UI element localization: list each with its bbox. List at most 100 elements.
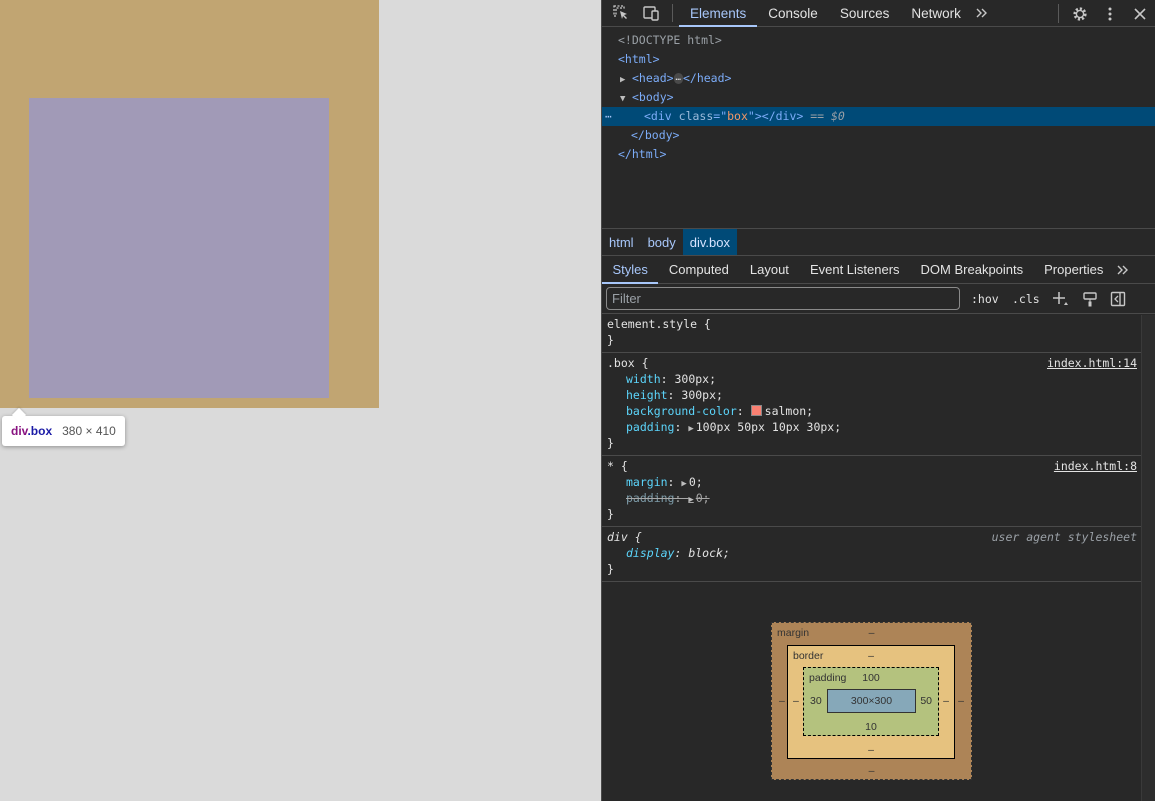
body-close-tag: </body> bbox=[631, 128, 680, 142]
padding-left-value[interactable]: 30 bbox=[810, 695, 822, 707]
hov-button[interactable]: :hov bbox=[971, 288, 999, 310]
tab-elements[interactable]: Elements bbox=[679, 0, 758, 27]
div-attr-name: class bbox=[678, 109, 714, 123]
node-actions-ellipsis-icon[interactable]: ⋯ bbox=[605, 107, 612, 126]
rule-box[interactable]: index.html:14 .box { width: 300px; heigh… bbox=[602, 353, 1141, 456]
style-property[interactable]: padding: ▶ 100px 50px 10px 30px; bbox=[607, 419, 1136, 435]
rule-universal[interactable]: index.html:8 * { margin: ▶ 0; padding: ▶ 0… bbox=[602, 456, 1141, 527]
breadcrumb: html body div.box bbox=[602, 229, 1155, 256]
new-style-rule-icon[interactable] bbox=[1051, 288, 1069, 310]
breadcrumb-body[interactable]: body bbox=[641, 229, 683, 255]
style-property[interactable]: display: block; bbox=[607, 545, 1136, 561]
content-size-value[interactable]: 300×300 bbox=[851, 695, 892, 707]
tooltip-size: 380 × 410 bbox=[62, 424, 116, 438]
property-value: block; bbox=[688, 546, 730, 560]
property-value: 0; bbox=[695, 491, 710, 505]
box-model-diagram: margin – – – – border – – – – padding 10… bbox=[771, 622, 972, 780]
margin-top-value[interactable]: – bbox=[869, 627, 875, 639]
tab-dom-breakpoints[interactable]: DOM Breakpoints bbox=[910, 256, 1034, 283]
border-bottom-value[interactable]: – bbox=[868, 744, 874, 756]
tab-layout[interactable]: Layout bbox=[739, 256, 799, 283]
expand-shorthand-icon[interactable]: ▶ bbox=[688, 424, 693, 434]
settings-gear-icon[interactable] bbox=[1065, 0, 1095, 27]
tab-computed[interactable]: Computed bbox=[658, 256, 739, 283]
property-name: padding bbox=[626, 420, 675, 434]
rule-element-style[interactable]: element.style { } bbox=[602, 314, 1141, 353]
color-swatch[interactable] bbox=[750, 405, 762, 416]
border-right-value[interactable]: – bbox=[943, 695, 949, 707]
rule-source-link[interactable]: index.html:8 bbox=[1054, 458, 1137, 474]
dom-node-doctype[interactable]: <!DOCTYPE html> bbox=[602, 31, 1155, 50]
rule-source-link[interactable]: index.html:14 bbox=[1047, 355, 1137, 371]
tab-sources[interactable]: Sources bbox=[829, 0, 901, 26]
property-name: display bbox=[626, 546, 675, 560]
expand-shorthand-icon[interactable]: ▶ bbox=[688, 495, 693, 505]
device-toolbar-icon[interactable] bbox=[636, 0, 666, 26]
paint-format-icon[interactable] bbox=[1082, 288, 1098, 310]
more-tabs-icon[interactable] bbox=[972, 0, 992, 26]
expand-shorthand-icon[interactable]: ▶ bbox=[681, 479, 686, 489]
head-open-tag: <head> bbox=[632, 71, 674, 85]
border-top-value[interactable]: – bbox=[868, 650, 874, 662]
toggle-sidebar-icon[interactable] bbox=[1110, 288, 1126, 310]
collapsed-children-ellipsis[interactable]: … bbox=[673, 73, 683, 84]
selected-node-marker: == $0 bbox=[803, 109, 845, 123]
dom-node-html[interactable]: <html> bbox=[602, 50, 1155, 69]
box-model-content[interactable]: 300×300 bbox=[827, 689, 916, 713]
margin-left-value[interactable]: – bbox=[779, 695, 785, 707]
style-property[interactable]: background-color: salmon; bbox=[607, 403, 1136, 419]
property-value: salmon; bbox=[764, 404, 814, 418]
tab-properties[interactable]: Properties bbox=[1034, 256, 1114, 283]
tab-network[interactable]: Network bbox=[900, 0, 972, 26]
div-attr-close: "> bbox=[747, 109, 762, 123]
cls-button[interactable]: .cls bbox=[1012, 288, 1040, 310]
kebab-menu-icon[interactable] bbox=[1095, 0, 1125, 27]
more-subtabs-icon[interactable] bbox=[1114, 256, 1132, 283]
padding-bottom-value[interactable]: 10 bbox=[865, 721, 877, 733]
padding-right-value[interactable]: 50 bbox=[920, 695, 932, 707]
dom-node-html-close[interactable]: </html> bbox=[602, 145, 1155, 164]
border-label: border bbox=[793, 650, 824, 662]
inspect-element-icon[interactable] bbox=[606, 0, 636, 26]
padding-top-value[interactable]: 100 bbox=[862, 672, 880, 684]
element-tooltip: div.box 380 × 410 bbox=[2, 416, 125, 446]
tab-event-listeners[interactable]: Event Listeners bbox=[799, 256, 910, 283]
doctype-text: <!DOCTYPE html> bbox=[618, 33, 722, 47]
border-left-value[interactable]: – bbox=[793, 695, 799, 707]
styles-filter-bar: :hov .cls bbox=[602, 284, 1155, 314]
rule-user-agent-div[interactable]: user agent stylesheet div { display: blo… bbox=[602, 527, 1141, 582]
dom-node-body[interactable]: ▼ <body> bbox=[602, 88, 1155, 107]
property-name: margin bbox=[626, 475, 668, 489]
div-attr-eq: =" bbox=[713, 109, 728, 123]
close-icon[interactable] bbox=[1125, 0, 1155, 27]
rule-close-brace: } bbox=[607, 507, 614, 521]
toolbar-divider bbox=[672, 4, 673, 22]
property-name: width bbox=[626, 372, 661, 386]
rule-selector: div { bbox=[607, 530, 642, 544]
property-value: 100px 50px 10px 30px; bbox=[695, 420, 842, 434]
styles-scrollbar[interactable] bbox=[1141, 315, 1155, 801]
dom-node-div-box[interactable]: ⋯ <div class="box"></div> == $0 bbox=[602, 107, 1155, 126]
tab-console[interactable]: Console bbox=[757, 0, 829, 26]
margin-right-value[interactable]: – bbox=[958, 695, 964, 707]
style-property[interactable]: height: 300px; bbox=[607, 387, 1136, 403]
head-close-tag: </head> bbox=[682, 71, 732, 85]
margin-bottom-value[interactable]: – bbox=[869, 765, 875, 777]
tooltip-selector: div.box bbox=[11, 424, 52, 438]
dom-node-head[interactable]: ▶ <head>… </head> bbox=[602, 69, 1155, 88]
dom-tree: <!DOCTYPE html> <html> ▶ <head>… </head> ▼… bbox=[602, 27, 1155, 229]
tooltip-class: .box bbox=[27, 424, 53, 438]
breadcrumb-html[interactable]: html bbox=[602, 229, 641, 255]
breadcrumb-div-box[interactable]: div.box bbox=[682, 229, 737, 255]
div-attr-value: box bbox=[727, 109, 748, 123]
style-property[interactable]: width: 300px; bbox=[607, 371, 1136, 387]
styles-subtabbar: Styles Computed Layout Event Listeners D… bbox=[602, 256, 1155, 284]
style-property-overridden[interactable]: padding: ▶ 0; bbox=[607, 490, 1136, 506]
dom-node-body-close[interactable]: </body> bbox=[602, 126, 1155, 145]
tab-styles[interactable]: Styles bbox=[602, 256, 659, 284]
style-rules-list: element.style { } index.html:14 .box { w… bbox=[602, 314, 1141, 582]
style-property[interactable]: margin: ▶ 0; bbox=[607, 474, 1136, 490]
styles-filter-input[interactable] bbox=[606, 287, 960, 310]
property-value: 300px; bbox=[674, 372, 717, 386]
page-viewport: div.box 380 × 410 bbox=[0, 0, 601, 801]
